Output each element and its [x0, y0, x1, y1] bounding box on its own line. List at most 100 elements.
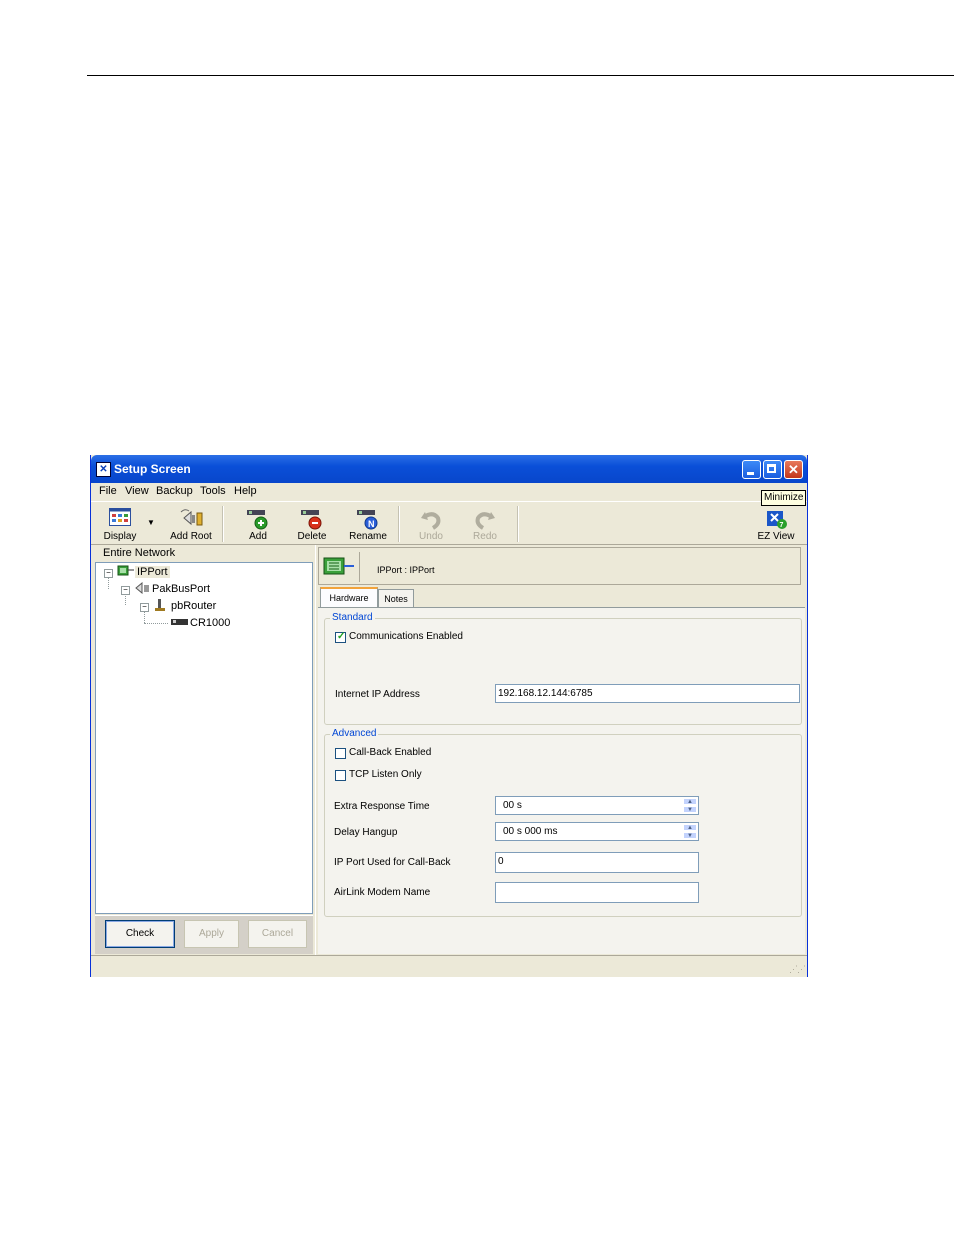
- add-button[interactable]: Add: [234, 504, 282, 542]
- collapse-icon[interactable]: −: [140, 603, 149, 612]
- extra-response-time-value: 00 s: [503, 800, 522, 811]
- toolbar-separator: [398, 506, 400, 542]
- maximize-button[interactable]: [763, 460, 782, 479]
- undo-arrow-icon: [421, 512, 441, 530]
- tcp-listen-only-label: TCP Listen Only: [349, 769, 422, 780]
- redo-arrow-icon: [475, 512, 495, 530]
- extra-response-spinner[interactable]: ▲ ▼: [683, 798, 697, 813]
- app-icon: ✕: [96, 462, 111, 477]
- action-button-bar: Check Apply Cancel: [95, 915, 313, 954]
- ez-view-label: EZ View: [757, 531, 795, 542]
- toolbar-separator: [517, 506, 519, 542]
- spin-down-icon[interactable]: ▼: [683, 806, 697, 813]
- rename-device-icon: N: [357, 510, 378, 530]
- network-tree[interactable]: − IPPort − PakBusPort − pbRouter CR1000: [95, 562, 313, 914]
- display-label: Display: [103, 531, 137, 542]
- apply-button[interactable]: Apply: [184, 920, 239, 948]
- internet-ip-address-label: Internet IP Address: [335, 689, 420, 700]
- tree-node-ipport[interactable]: IPPort: [117, 565, 170, 578]
- ip-port-callback-field[interactable]: 0: [495, 852, 699, 873]
- communications-enabled-checkbox[interactable]: ✓: [335, 631, 346, 643]
- window-title: Setup Screen: [114, 462, 191, 476]
- svg-text:7: 7: [780, 522, 784, 529]
- menu-backup[interactable]: Backup: [156, 485, 193, 497]
- maximize-icon: [767, 464, 776, 473]
- menu-view[interactable]: View: [125, 485, 149, 497]
- airlink-modem-name-field[interactable]: [495, 882, 699, 903]
- rename-label: Rename: [349, 531, 387, 542]
- airlink-modem-name-label: AirLink Modem Name: [334, 887, 431, 898]
- ez-view-button[interactable]: 7 EZ View: [751, 504, 801, 542]
- setup-screen-window: ✕ Setup Screen ✕ File View Backup Tools …: [90, 455, 808, 977]
- ip-port-icon: [117, 565, 134, 576]
- menu-help[interactable]: Help: [234, 485, 257, 497]
- tree-node-label: PakBusPort: [152, 583, 211, 595]
- tree-node-cr1000[interactable]: CR1000: [170, 616, 230, 629]
- extra-response-time-label: Extra Response Time: [334, 801, 430, 812]
- undo-button[interactable]: Undo: [409, 504, 453, 542]
- close-button[interactable]: ✕: [784, 460, 803, 479]
- ip-port-callback-label: IP Port Used for Call-Back: [334, 857, 451, 868]
- delay-hangup-value: 00 s 000 ms: [503, 826, 558, 837]
- spin-up-icon[interactable]: ▲: [683, 824, 697, 831]
- page-header-rule: [87, 75, 954, 76]
- tab-notes[interactable]: Notes: [378, 589, 414, 607]
- tree-node-pakbusport[interactable]: PakBusPort: [134, 581, 211, 595]
- delete-device-icon: [301, 510, 322, 530]
- collapse-icon[interactable]: −: [121, 586, 130, 595]
- tcp-listen-only-checkbox[interactable]: [335, 770, 346, 781]
- header-divider: [359, 552, 360, 582]
- minimize-button[interactable]: [742, 460, 761, 479]
- spin-down-icon[interactable]: ▼: [683, 832, 697, 839]
- advanced-group-title: Advanced: [330, 728, 379, 739]
- menu-bar: File View Backup Tools Help: [91, 483, 807, 501]
- delete-label: Delete: [297, 531, 327, 542]
- collapse-icon[interactable]: −: [104, 569, 113, 578]
- router-icon: [155, 599, 165, 611]
- display-button[interactable]: Display: [97, 504, 143, 542]
- menu-file[interactable]: File: [99, 485, 117, 497]
- status-bar: ⋰⋰: [91, 955, 807, 977]
- add-label: Add: [249, 531, 267, 542]
- call-back-enabled-label: Call-Back Enabled: [349, 747, 432, 758]
- check-button[interactable]: Check: [105, 920, 175, 948]
- redo-label: Redo: [473, 531, 497, 542]
- tab-hardware[interactable]: Hardware: [320, 587, 378, 608]
- delay-hangup-spinner[interactable]: ▲ ▼: [683, 824, 697, 839]
- internet-ip-address-field[interactable]: 192.168.12.144:6785: [495, 684, 800, 703]
- ip-port-device-icon: [323, 557, 354, 575]
- tree-node-pbrouter[interactable]: pbRouter: [153, 599, 216, 612]
- svg-text:N: N: [368, 519, 375, 529]
- minimize-icon: [747, 472, 754, 475]
- call-back-enabled-checkbox[interactable]: [335, 748, 346, 759]
- menu-tools[interactable]: Tools: [200, 485, 226, 497]
- tab-strip: Hardware Notes: [318, 587, 807, 609]
- add-device-icon: [247, 510, 268, 530]
- toolbar-separator: [222, 506, 224, 542]
- datalogger-icon: [171, 619, 188, 625]
- resize-grip-icon[interactable]: ⋰⋰: [789, 964, 806, 975]
- tree-node-label: pbRouter: [171, 600, 217, 612]
- cancel-button[interactable]: Cancel: [248, 920, 307, 948]
- network-panel: Entire Network − IPPort − PakBusPort − p…: [91, 545, 315, 955]
- undo-label: Undo: [419, 531, 443, 542]
- checkmark-icon: ✓: [337, 631, 346, 642]
- add-root-label: Add Root: [170, 531, 212, 542]
- device-header: IPPort : IPPort: [318, 547, 801, 585]
- toolbar: Display ▼ Add Root Add Delete N Rename U…: [91, 501, 807, 545]
- add-root-button[interactable]: Add Root: [167, 504, 215, 542]
- spin-up-icon[interactable]: ▲: [683, 798, 697, 805]
- add-root-port-icon: [180, 509, 203, 526]
- pakbus-port-icon: [135, 581, 149, 595]
- title-bar[interactable]: ✕ Setup Screen ✕: [91, 455, 807, 483]
- minimize-tooltip: Minimize: [761, 490, 807, 506]
- display-dropdown-button[interactable]: ▼: [145, 504, 157, 542]
- delete-button[interactable]: Delete: [288, 504, 336, 542]
- extra-response-time-field[interactable]: 00 s ▲ ▼: [495, 796, 699, 815]
- hardware-tab-page: Standard ✓ Communications Enabled Intern…: [318, 608, 805, 954]
- rename-button[interactable]: N Rename: [342, 504, 394, 542]
- communications-enabled-label: Communications Enabled: [349, 631, 463, 642]
- redo-button[interactable]: Redo: [463, 504, 507, 542]
- delay-hangup-field[interactable]: 00 s 000 ms ▲ ▼: [495, 822, 699, 841]
- standard-group: Standard ✓ Communications Enabled Intern…: [324, 612, 802, 725]
